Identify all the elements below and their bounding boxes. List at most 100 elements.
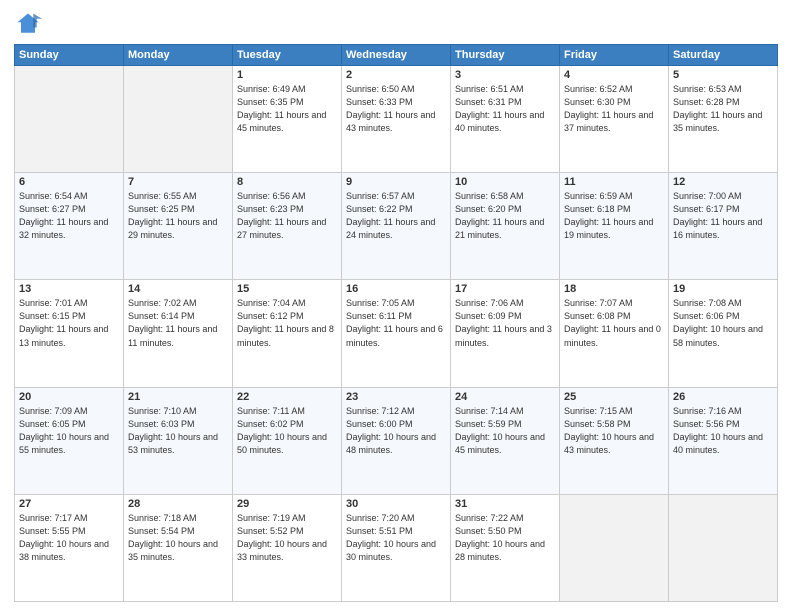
calendar-table: SundayMondayTuesdayWednesdayThursdayFrid… [14, 44, 778, 602]
day-info: Sunrise: 7:10 AM Sunset: 6:03 PM Dayligh… [128, 405, 228, 457]
calendar-cell: 21Sunrise: 7:10 AM Sunset: 6:03 PM Dayli… [124, 387, 233, 494]
calendar-cell: 16 Sunrise: 7:05 AM Sunset: 6:11 PM Dayli… [342, 280, 451, 387]
calendar-cell: 13Sunrise: 7:01 AM Sunset: 6:15 PM Dayli… [15, 280, 124, 387]
day-number: 20 [19, 391, 119, 403]
day-number: 15 [237, 283, 337, 295]
calendar-cell: 23 Sunrise: 7:12 AM Sunset: 6:00 PM Dayli… [342, 387, 451, 494]
calendar-cell: 15 Sunrise: 7:04 AM Sunset: 6:12 PM Dayli… [233, 280, 342, 387]
day-number: 12 [673, 176, 773, 188]
calendar-cell: 2 Sunrise: 6:50 AM Sunset: 6:33 PM Daylig… [342, 66, 451, 173]
calendar-cell: 27 Sunrise: 7:17 AM Sunset: 5:55 PM Dayli… [15, 494, 124, 601]
calendar-cell [15, 66, 124, 173]
calendar-cell: 26 Sunrise: 7:16 AM Sunset: 5:56 PM Dayli… [669, 387, 778, 494]
weekday-header-friday: Friday [560, 45, 669, 66]
calendar-cell [124, 66, 233, 173]
day-info: Sunrise: 7:00 AM Sunset: 6:17 PM Dayligh… [673, 190, 773, 242]
day-number: 6 [19, 176, 119, 188]
day-info: Sunrise: 6:52 AM Sunset: 6:30 PM Dayligh… [564, 83, 664, 135]
day-number: 4 [564, 69, 664, 81]
week-row-3: 13Sunrise: 7:01 AM Sunset: 6:15 PM Dayli… [15, 280, 778, 387]
weekday-header-tuesday: Tuesday [233, 45, 342, 66]
calendar-cell: 1 Sunrise: 6:49 AM Sunset: 6:35 PM Daylig… [233, 66, 342, 173]
day-number: 22 [237, 391, 337, 403]
day-info: Sunrise: 7:14 AM Sunset: 5:59 PM Dayligh… [455, 405, 555, 457]
day-info: Sunrise: 7:08 AM Sunset: 6:06 PM Dayligh… [673, 297, 773, 349]
day-number: 16 [346, 283, 446, 295]
day-number: 17 [455, 283, 555, 295]
calendar-cell: 8 Sunrise: 6:56 AM Sunset: 6:23 PM Daylig… [233, 173, 342, 280]
day-info: Sunrise: 7:02 AM Sunset: 6:14 PM Dayligh… [128, 297, 228, 349]
weekday-header-thursday: Thursday [451, 45, 560, 66]
day-info: Sunrise: 6:51 AM Sunset: 6:31 PM Dayligh… [455, 83, 555, 135]
day-info: Sunrise: 6:53 AM Sunset: 6:28 PM Dayligh… [673, 83, 773, 135]
day-info: Sunrise: 7:06 AM Sunset: 6:09 PM Dayligh… [455, 297, 555, 349]
weekday-header-row: SundayMondayTuesdayWednesdayThursdayFrid… [15, 45, 778, 66]
day-info: Sunrise: 7:04 AM Sunset: 6:12 PM Dayligh… [237, 297, 337, 349]
day-info: Sunrise: 7:09 AM Sunset: 6:05 PM Dayligh… [19, 405, 119, 457]
day-info: Sunrise: 6:49 AM Sunset: 6:35 PM Dayligh… [237, 83, 337, 135]
calendar-cell: 12 Sunrise: 7:00 AM Sunset: 6:17 PM Dayli… [669, 173, 778, 280]
week-row-1: 1 Sunrise: 6:49 AM Sunset: 6:35 PM Daylig… [15, 66, 778, 173]
day-info: Sunrise: 7:11 AM Sunset: 6:02 PM Dayligh… [237, 405, 337, 457]
day-number: 14 [128, 283, 228, 295]
day-number: 2 [346, 69, 446, 81]
day-number: 31 [455, 498, 555, 510]
day-number: 7 [128, 176, 228, 188]
day-info: Sunrise: 7:18 AM Sunset: 5:54 PM Dayligh… [128, 512, 228, 564]
calendar-cell [560, 494, 669, 601]
day-number: 19 [673, 283, 773, 295]
day-number: 23 [346, 391, 446, 403]
calendar-cell: 31Sunrise: 7:22 AM Sunset: 5:50 PM Dayli… [451, 494, 560, 601]
calendar-cell: 6 Sunrise: 6:54 AM Sunset: 6:27 PM Daylig… [15, 173, 124, 280]
calendar-cell: 10Sunrise: 6:58 AM Sunset: 6:20 PM Dayli… [451, 173, 560, 280]
calendar-cell: 3 Sunrise: 6:51 AM Sunset: 6:31 PM Daylig… [451, 66, 560, 173]
day-info: Sunrise: 6:50 AM Sunset: 6:33 PM Dayligh… [346, 83, 446, 135]
day-info: Sunrise: 7:12 AM Sunset: 6:00 PM Dayligh… [346, 405, 446, 457]
day-info: Sunrise: 6:54 AM Sunset: 6:27 PM Dayligh… [19, 190, 119, 242]
day-number: 26 [673, 391, 773, 403]
calendar-cell: 5 Sunrise: 6:53 AM Sunset: 6:28 PM Daylig… [669, 66, 778, 173]
day-number: 3 [455, 69, 555, 81]
day-info: Sunrise: 7:07 AM Sunset: 6:08 PM Dayligh… [564, 297, 664, 349]
day-info: Sunrise: 7:20 AM Sunset: 5:51 PM Dayligh… [346, 512, 446, 564]
day-info: Sunrise: 6:55 AM Sunset: 6:25 PM Dayligh… [128, 190, 228, 242]
weekday-header-sunday: Sunday [15, 45, 124, 66]
calendar-cell: 11Sunrise: 6:59 AM Sunset: 6:18 PM Dayli… [560, 173, 669, 280]
day-number: 9 [346, 176, 446, 188]
day-number: 8 [237, 176, 337, 188]
calendar-cell: 20 Sunrise: 7:09 AM Sunset: 6:05 PM Dayli… [15, 387, 124, 494]
day-info: Sunrise: 7:17 AM Sunset: 5:55 PM Dayligh… [19, 512, 119, 564]
day-info: Sunrise: 7:16 AM Sunset: 5:56 PM Dayligh… [673, 405, 773, 457]
day-info: Sunrise: 7:05 AM Sunset: 6:11 PM Dayligh… [346, 297, 446, 349]
calendar-cell: 17 Sunrise: 7:06 AM Sunset: 6:09 PM Dayli… [451, 280, 560, 387]
page: SundayMondayTuesdayWednesdayThursdayFrid… [0, 0, 792, 612]
calendar-cell: 29Sunrise: 7:19 AM Sunset: 5:52 PM Dayli… [233, 494, 342, 601]
day-number: 24 [455, 391, 555, 403]
week-row-2: 6 Sunrise: 6:54 AM Sunset: 6:27 PM Daylig… [15, 173, 778, 280]
weekday-header-saturday: Saturday [669, 45, 778, 66]
week-row-4: 20 Sunrise: 7:09 AM Sunset: 6:05 PM Dayli… [15, 387, 778, 494]
calendar-cell: 14 Sunrise: 7:02 AM Sunset: 6:14 PM Dayli… [124, 280, 233, 387]
week-row-5: 27 Sunrise: 7:17 AM Sunset: 5:55 PM Dayli… [15, 494, 778, 601]
day-number: 1 [237, 69, 337, 81]
calendar-cell: 19 Sunrise: 7:08 AM Sunset: 6:06 PM Dayli… [669, 280, 778, 387]
calendar-cell: 18Sunrise: 7:07 AM Sunset: 6:08 PM Dayli… [560, 280, 669, 387]
day-info: Sunrise: 7:01 AM Sunset: 6:15 PM Dayligh… [19, 297, 119, 349]
calendar-cell [669, 494, 778, 601]
day-info: Sunrise: 6:56 AM Sunset: 6:23 PM Dayligh… [237, 190, 337, 242]
day-info: Sunrise: 6:59 AM Sunset: 6:18 PM Dayligh… [564, 190, 664, 242]
header [14, 10, 778, 38]
day-number: 27 [19, 498, 119, 510]
calendar-cell: 22 Sunrise: 7:11 AM Sunset: 6:02 PM Dayli… [233, 387, 342, 494]
weekday-header-monday: Monday [124, 45, 233, 66]
logo [14, 10, 46, 38]
weekday-header-wednesday: Wednesday [342, 45, 451, 66]
day-number: 30 [346, 498, 446, 510]
calendar-cell: 4 Sunrise: 6:52 AM Sunset: 6:30 PM Daylig… [560, 66, 669, 173]
day-info: Sunrise: 7:15 AM Sunset: 5:58 PM Dayligh… [564, 405, 664, 457]
day-number: 10 [455, 176, 555, 188]
day-number: 5 [673, 69, 773, 81]
day-info: Sunrise: 7:19 AM Sunset: 5:52 PM Dayligh… [237, 512, 337, 564]
day-info: Sunrise: 6:57 AM Sunset: 6:22 PM Dayligh… [346, 190, 446, 242]
logo-icon [14, 10, 42, 38]
